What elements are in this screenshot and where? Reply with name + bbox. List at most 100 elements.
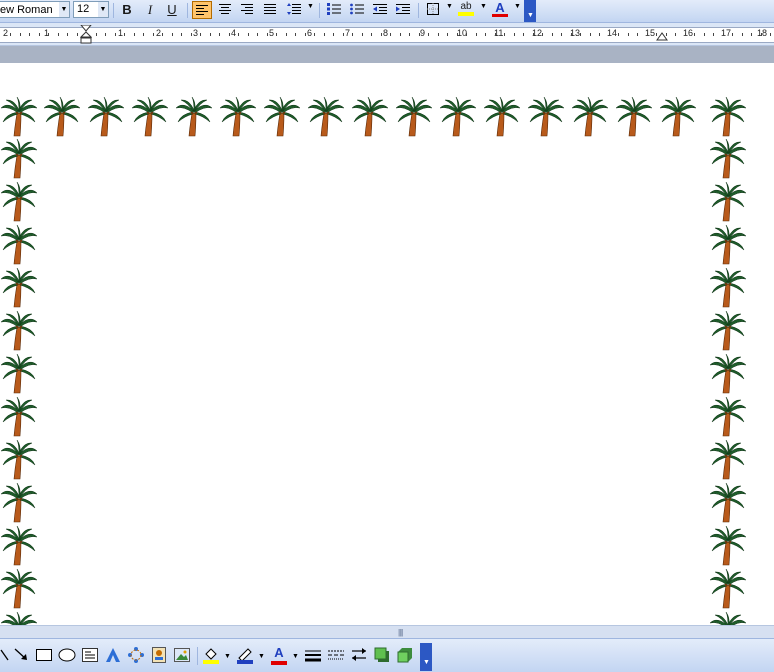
ruler-tick [770,33,771,36]
ruler-tick [333,33,334,36]
chevron-down-icon[interactable]: ▼ [446,3,453,10]
shadow-style-icon[interactable] [373,646,391,664]
bullets-button[interactable] [347,1,367,19]
ruler-tick [58,33,59,36]
ruler-tick [210,33,211,36]
text-box-tool-icon[interactable] [81,646,99,664]
palm-tree-icon [263,96,301,137]
palm-tree-icon [0,96,38,137]
ruler-tick [637,33,638,36]
ruler-tick [751,33,752,36]
diagram-tool-icon[interactable] [127,646,145,664]
font-name-combobox[interactable]: ew Roman ▼ [0,1,70,18]
bold-button[interactable]: B [117,1,137,19]
toolbar-options-button[interactable]: ▼ [524,0,536,22]
chevron-down-icon[interactable]: ▼ [59,2,69,17]
ruler-tick [362,33,363,36]
palm-tree-icon [709,525,747,566]
highlight-button[interactable]: ab [456,1,476,19]
chevron-down-icon[interactable]: ▼ [224,653,231,660]
underline-button[interactable]: U [162,1,182,19]
line-spacing-button[interactable] [284,1,304,19]
ruler-tick [314,33,315,36]
insert-picture-tool-icon[interactable] [173,646,191,664]
palm-tree-icon [709,439,747,480]
horizontal-ruler[interactable]: 2 1 1 2 3 4 5 6 7 8 9 10 11 12 13 14 15 16 17 18 [0,23,774,46]
palm-tree-icon [709,181,747,222]
chevron-down-icon: ▼ [423,659,430,666]
ruler-tick [609,33,610,36]
fill-color-icon[interactable] [202,646,220,664]
ruler-tick [257,33,258,36]
line-style-icon[interactable] [304,646,322,664]
numbering-button[interactable] [324,1,344,19]
ruler-label: 7 [345,28,351,38]
toolbar-options-button[interactable]: ▼ [420,643,432,671]
borders-button[interactable] [423,1,443,19]
ruler-label: 2 [156,28,162,38]
palm-tree-icon [0,396,38,437]
palm-tree-icon [0,267,38,308]
indent-marker-icon[interactable] [80,25,92,45]
ruler-tick [485,33,486,36]
ruler-tick [447,33,448,36]
ruler-tick [10,33,11,36]
arrow-style-icon[interactable] [350,646,368,664]
ruler-tick [685,33,686,36]
chevron-down-icon[interactable]: ▼ [258,653,265,660]
chevron-down-icon[interactable]: ▼ [514,3,521,10]
rectangle-tool-icon[interactable] [35,646,53,664]
arrow-tool-icon[interactable] [13,646,31,664]
ruler-label: 8 [383,28,389,38]
3d-style-icon[interactable] [396,646,414,664]
align-right-button[interactable] [237,1,257,19]
ruler-tick [343,33,344,36]
align-left-button[interactable] [192,1,212,19]
increase-indent-button[interactable] [393,1,413,19]
toolbar-separator [197,647,198,665]
decrease-indent-button[interactable] [370,1,390,19]
ruler-tick [599,33,600,36]
chevron-down-icon[interactable]: ▼ [307,3,314,10]
font-size-combobox[interactable]: 12 ▼ [73,1,109,18]
align-center-button[interactable] [215,1,235,19]
dash-style-icon[interactable] [327,646,345,664]
split-grip-icon[interactable]: |||| [398,628,403,637]
ruler-tick [276,33,277,36]
palm-tree-icon [709,310,747,351]
ruler-tick [390,33,391,36]
formatting-toolbar: ew Roman ▼ 12 ▼ B I U ▼ ▼ ab ▼ A ▼ ▼ [0,0,774,23]
ruler-tick [542,33,543,36]
justify-button[interactable] [260,1,280,19]
toolbar-separator [113,3,114,18]
horizontal-scrollbar[interactable]: |||| [0,625,774,638]
ruler-tick [523,33,524,36]
font-color-button[interactable]: A [490,1,510,19]
line-color-icon[interactable] [236,646,254,664]
chevron-down-icon[interactable]: ▼ [292,653,299,660]
ruler-tick [466,33,467,36]
document-page[interactable] [0,63,774,625]
ruler-tick [39,33,40,36]
chevron-down-icon[interactable]: ▼ [480,3,487,10]
right-indent-marker-icon[interactable] [656,31,668,41]
highlight-icon: ab [460,1,472,12]
align-right-icon [241,4,253,14]
italic-button[interactable]: I [140,1,160,19]
palm-tree-icon [0,224,38,265]
font-color-button[interactable]: A [270,645,288,665]
page-gap [0,46,774,63]
palm-tree-icon [0,525,38,566]
ruler-tick [713,33,714,36]
ruler-tick [732,33,733,36]
chevron-down-icon[interactable]: ▼ [98,2,108,17]
ruler-tick [694,33,695,36]
ruler-tick [552,33,553,36]
drawing-toolbar: ▼ ▼ A ▼ ▼ [0,638,774,672]
wordart-tool-icon[interactable] [104,646,122,664]
ruler-label: 9 [420,28,426,38]
ruler-tick [580,33,581,36]
oval-tool-icon[interactable] [58,646,76,664]
increase-indent-icon [396,4,410,14]
clip-art-tool-icon[interactable] [150,646,168,664]
